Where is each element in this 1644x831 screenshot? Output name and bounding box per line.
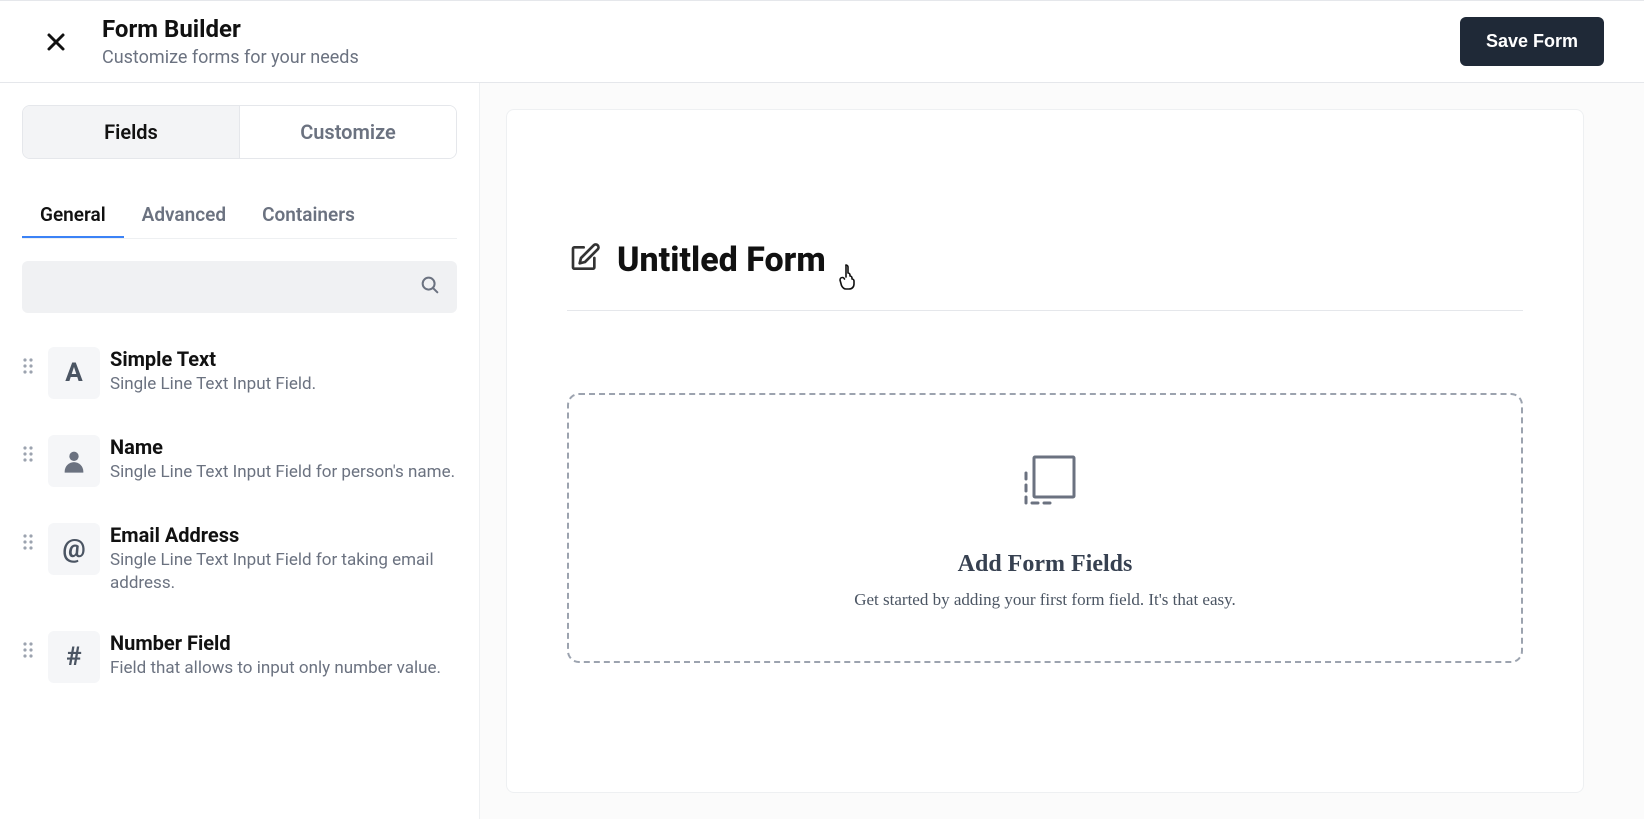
user-icon [48, 435, 100, 487]
topbar-left: Form Builder Customize forms for your ne… [40, 15, 359, 68]
field-text: Name Single Line Text Input Field for pe… [110, 435, 455, 484]
sidebar: Fields Customize General Advanced Contai… [0, 83, 480, 819]
subtab-containers[interactable]: Containers [244, 193, 373, 239]
title-underline [567, 310, 1523, 311]
hash-icon: # [48, 631, 100, 683]
field-title: Number Field [110, 631, 441, 655]
drag-handle-icon[interactable] [22, 435, 38, 463]
title-block: Form Builder Customize forms for your ne… [102, 15, 359, 68]
dropzone[interactable]: Add Form Fields Get started by adding yo… [567, 393, 1523, 663]
tab-fields[interactable]: Fields [23, 106, 239, 158]
save-form-button[interactable]: Save Form [1460, 17, 1604, 66]
drag-handle-icon[interactable] [22, 631, 38, 659]
form-title[interactable]: Untitled Form [617, 240, 826, 280]
field-title: Simple Text [110, 347, 316, 371]
main-area: Fields Customize General Advanced Contai… [0, 83, 1644, 819]
search-wrap [22, 261, 457, 313]
field-desc: Single Line Text Input Field for person'… [110, 461, 455, 484]
page-subtitle: Customize forms for your needs [102, 47, 359, 68]
edit-icon [569, 242, 601, 278]
field-item-name[interactable]: Name Single Line Text Input Field for pe… [22, 423, 457, 511]
sidebar-main-tabs: Fields Customize [22, 105, 457, 159]
subtab-general[interactable]: General [22, 193, 124, 239]
subtabs-divider [22, 238, 457, 239]
field-text: Number Field Field that allows to input … [110, 631, 441, 680]
dropzone-title: Add Form Fields [958, 551, 1133, 578]
canvas: Untitled Form Add Form Fields Get starte… [480, 83, 1644, 819]
field-title: Email Address [110, 523, 457, 547]
page-title: Form Builder [102, 15, 359, 43]
field-text: Email Address Single Line Text Input Fie… [110, 523, 457, 595]
field-desc: Single Line Text Input Field. [110, 373, 316, 396]
search-icon [419, 274, 441, 300]
field-list: A Simple Text Single Line Text Input Fie… [22, 335, 457, 819]
field-item-number[interactable]: # Number Field Field that allows to inpu… [22, 619, 457, 707]
field-title: Name [110, 435, 455, 459]
dropzone-desc: Get started by adding your first form fi… [854, 590, 1236, 610]
field-item-email[interactable]: @ Email Address Single Line Text Input F… [22, 511, 457, 619]
drag-handle-icon[interactable] [22, 347, 38, 375]
close-button[interactable] [40, 26, 72, 58]
close-icon [44, 30, 68, 54]
drag-handle-icon[interactable] [22, 523, 38, 551]
field-text: Simple Text Single Line Text Input Field… [110, 347, 316, 396]
cursor-pointer-icon [837, 262, 861, 294]
field-desc: Single Line Text Input Field for taking … [110, 549, 457, 595]
at-icon: @ [48, 523, 100, 575]
sidebar-subtabs: General Advanced Containers [22, 193, 457, 239]
search-input[interactable] [22, 261, 457, 313]
tab-customize[interactable]: Customize [239, 106, 456, 158]
dropzone-copy-icon [1006, 447, 1084, 529]
subtab-advanced[interactable]: Advanced [124, 193, 244, 239]
text-icon: A [48, 347, 100, 399]
field-item-simple-text[interactable]: A Simple Text Single Line Text Input Fie… [22, 335, 457, 423]
form-title-row[interactable]: Untitled Form [569, 240, 1523, 280]
field-desc: Field that allows to input only number v… [110, 657, 441, 680]
topbar: Form Builder Customize forms for your ne… [0, 0, 1644, 83]
canvas-card: Untitled Form Add Form Fields Get starte… [506, 109, 1584, 793]
